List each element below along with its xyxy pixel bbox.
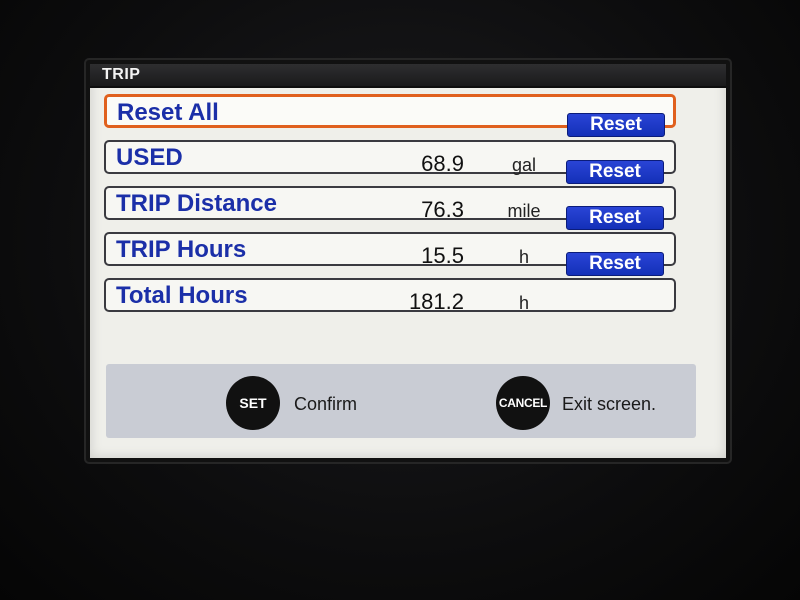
row-trip-distance[interactable]: TRIP Distance 76.3 mile Reset	[104, 186, 676, 230]
row-unit: h	[518, 293, 529, 313]
device-bezel: TRIP Reset All Reset USED 68.9 gal Reset…	[0, 0, 800, 600]
row-label: Total Hours	[116, 282, 248, 309]
exit-screen-label: Exit screen.	[562, 394, 657, 414]
row-label: TRIP Hours	[116, 236, 247, 263]
set-button[interactable]: SET	[226, 376, 280, 430]
row-total-hours: Total Hours 181.2 h	[104, 278, 676, 314]
row-value: 68.9	[421, 151, 464, 176]
row-unit: gal	[511, 155, 537, 175]
display-screen: TRIP Reset All Reset USED 68.9 gal Reset…	[86, 60, 730, 462]
cancel-button[interactable]: CANCEL	[496, 376, 550, 430]
screen-title: TRIP	[102, 66, 141, 83]
row-used[interactable]: USED 68.9 gal Reset	[104, 140, 676, 184]
reset-trip-hours-button[interactable]: Reset	[566, 252, 664, 276]
row-value: 76.3	[421, 197, 464, 222]
row-reset-all[interactable]: Reset All Reset	[104, 94, 676, 137]
reset-used-button[interactable]: Reset	[566, 160, 664, 184]
row-label: TRIP Distance	[116, 190, 277, 217]
row-unit: mile	[507, 201, 541, 221]
reset-all-button[interactable]: Reset	[567, 113, 665, 137]
row-trip-hours[interactable]: TRIP Hours 15.5 h Reset	[104, 232, 676, 276]
row-unit: h	[518, 247, 529, 267]
row-label: USED	[116, 144, 183, 171]
row-value: 15.5	[421, 243, 464, 268]
footer-bar: SET Confirm CANCEL Exit screen.	[106, 364, 696, 438]
row-label: Reset All	[117, 99, 219, 126]
confirm-label: Confirm	[294, 394, 358, 414]
reset-trip-distance-button[interactable]: Reset	[566, 206, 664, 230]
title-bar: TRIP	[90, 64, 726, 88]
row-value: 181.2	[408, 289, 464, 314]
